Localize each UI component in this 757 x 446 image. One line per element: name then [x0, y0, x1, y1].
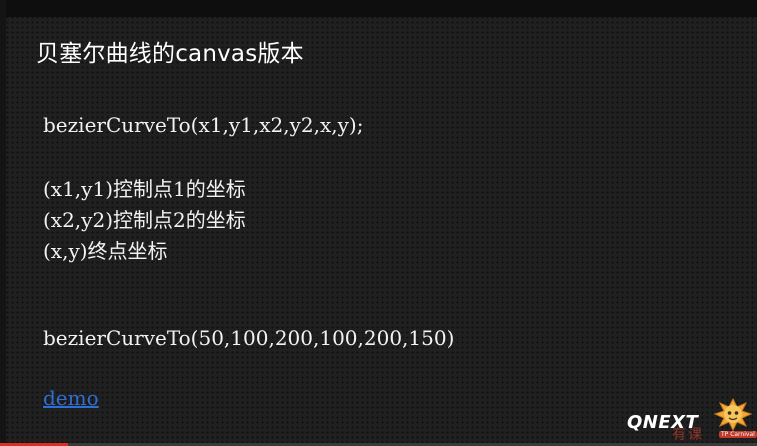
- top-bar: [0, 0, 757, 17]
- description-control-point-2: (x2,y2)控制点2的坐标: [43, 208, 246, 232]
- bezier-signature: bezierCurveTo(x1,y1,x2,y2,x,y);: [43, 113, 364, 137]
- left-edge: [0, 0, 6, 446]
- description-end-point: (x,y)终点坐标: [43, 239, 168, 263]
- mascot-caption: TP Carnival: [719, 431, 757, 438]
- description-control-point-1: (x1,y1)控制点1的坐标: [43, 177, 246, 201]
- demo-link[interactable]: demo: [43, 386, 99, 410]
- parameter-descriptions: (x1,y1)控制点1的坐标 (x2,y2)控制点2的坐标 (x,y)终点坐标: [43, 173, 246, 266]
- qnext-logo: QNEXT: [627, 412, 699, 433]
- slide-frame: 贝塞尔曲线的canvas版本 bezierCurveTo(x1,y1,x2,y2…: [0, 0, 757, 446]
- bezier-example: bezierCurveTo(50,100,200,100,200,150): [43, 326, 455, 350]
- slide-title: 贝塞尔曲线的canvas版本: [36, 41, 304, 67]
